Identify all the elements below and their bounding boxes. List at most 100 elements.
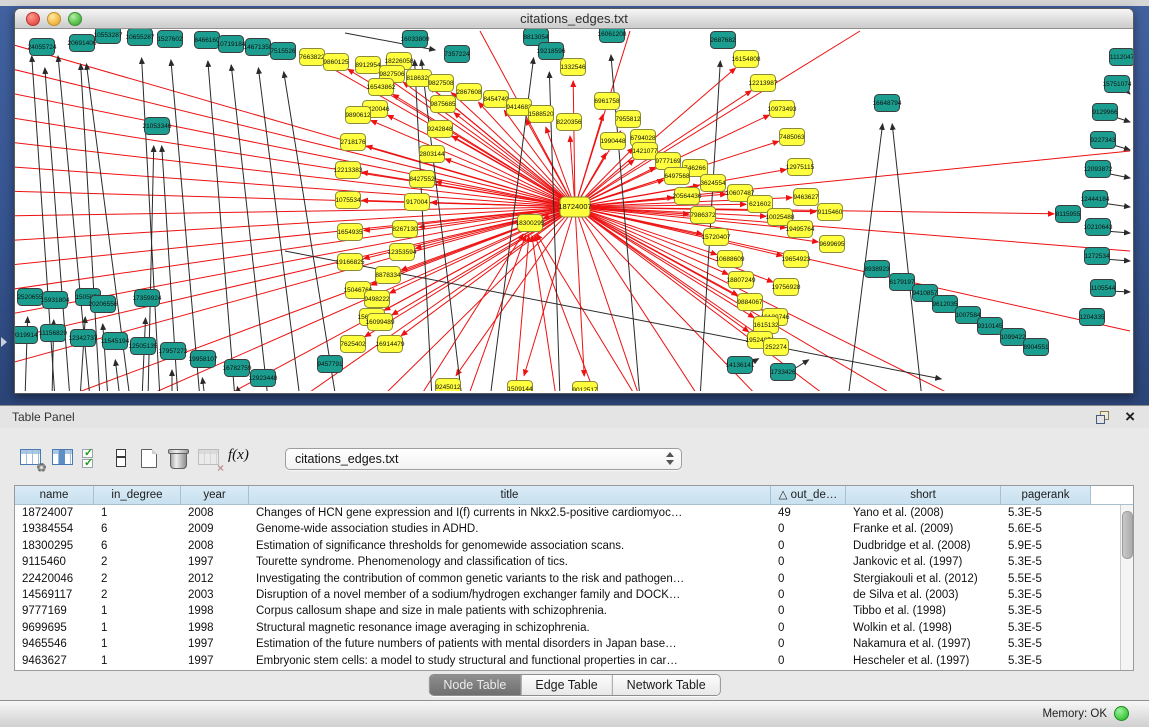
network-node[interactable]: 9129966 xyxy=(1092,104,1118,121)
network-node[interactable]: 18300295 xyxy=(516,215,545,232)
cell-name[interactable]: 9699695 xyxy=(15,620,94,636)
cell-out_degree[interactable]: 0 xyxy=(771,538,846,554)
network-node[interactable]: 917004 xyxy=(405,194,430,211)
cell-short[interactable]: Tibbo et al. (1998) xyxy=(846,603,1001,619)
table-row[interactable]: 2242004622012Investigating the contribut… xyxy=(15,571,1133,587)
cell-pagerank[interactable]: 5.9E-5 xyxy=(1001,538,1091,554)
network-node[interactable]: 9227343 xyxy=(1090,132,1116,149)
close-panel-icon[interactable]: × xyxy=(1125,407,1135,427)
cell-pagerank[interactable]: 5.3E-5 xyxy=(1001,587,1091,603)
table-row[interactable]: 1456911722003Disruption of a novel membe… xyxy=(15,587,1133,603)
cell-short[interactable]: de Silva et al. (2003) xyxy=(846,587,1001,603)
network-node[interactable]: 1527602 xyxy=(157,31,183,48)
network-node[interactable]: 7357224 xyxy=(444,46,470,63)
cell-in_degree[interactable]: 6 xyxy=(94,538,181,554)
network-node[interactable]: 9463627 xyxy=(793,189,819,206)
network-node[interactable]: 1332546 xyxy=(560,59,586,76)
column-select-icon[interactable] xyxy=(52,449,76,469)
table-settings-icon[interactable] xyxy=(20,449,44,469)
network-node[interactable]: 9875685 xyxy=(430,96,456,113)
cell-out_degree[interactable]: 0 xyxy=(771,571,846,587)
delete-table-icon[interactable] xyxy=(170,452,187,469)
network-node[interactable]: 1990448 xyxy=(600,133,626,150)
network-node[interactable]: 10553287 xyxy=(94,29,123,44)
network-node[interactable]: 1075534 xyxy=(335,192,361,209)
network-node[interactable]: 8454749 xyxy=(483,91,509,108)
network-node[interactable]: 16543862 xyxy=(367,79,396,96)
network-node[interactable]: 19166825 xyxy=(336,254,365,271)
network-node[interactable]: 8904551 xyxy=(1023,339,1049,356)
network-node[interactable]: 6179197 xyxy=(889,274,915,291)
network-node[interactable]: 7485063 xyxy=(779,129,805,146)
delete-column-icon[interactable] xyxy=(198,449,222,469)
cell-short[interactable]: Yano et al. (2008) xyxy=(846,505,1001,521)
memory-status-icon[interactable] xyxy=(1114,706,1129,721)
column-header-short[interactable]: short xyxy=(846,486,1001,505)
cell-name[interactable]: 18300295 xyxy=(15,538,94,554)
cell-short[interactable]: Stergiakouli et al. (2012) xyxy=(846,571,1001,587)
network-node[interactable]: 2803144 xyxy=(419,146,445,163)
network-node[interactable]: 19495764 xyxy=(786,221,815,238)
network-node[interactable]: 16648794 xyxy=(873,95,902,112)
network-node[interactable]: 14136141 xyxy=(726,357,755,374)
network-node[interactable]: 15751074 xyxy=(1103,76,1132,93)
network-node[interactable]: 6961758 xyxy=(594,93,620,110)
cell-title[interactable]: Changes of HCN gene expression and I(f) … xyxy=(249,505,771,521)
network-node[interactable]: 1099422 xyxy=(1000,329,1026,346)
cell-pagerank[interactable]: 5.3E-5 xyxy=(1001,636,1091,652)
cell-title[interactable]: Estimation of the future numbers of pati… xyxy=(249,636,771,652)
network-node[interactable]: 7515526 xyxy=(270,43,296,60)
network-node[interactable]: 9319914 xyxy=(15,327,38,344)
panel-collapse-arrow[interactable] xyxy=(1,337,7,347)
cell-short[interactable]: Dudbridge et al. (2008) xyxy=(846,538,1001,554)
column-header-out_degree[interactable]: △ out_de… xyxy=(771,486,846,505)
cell-out_degree[interactable]: 0 xyxy=(771,603,846,619)
network-node[interactable]: 16061208 xyxy=(598,29,627,43)
cell-title[interactable]: Estimation of significance thresholds fo… xyxy=(249,538,771,554)
network-node[interactable]: 9310145 xyxy=(977,318,1003,335)
cell-year[interactable]: 2003 xyxy=(181,587,249,603)
network-node[interactable]: 14671358 xyxy=(244,39,273,56)
network-node[interactable]: 18807249 xyxy=(727,272,756,289)
network-node[interactable]: 15720407 xyxy=(702,229,731,246)
network-node[interactable]: 1588520 xyxy=(528,106,554,123)
tab-network-table[interactable]: Network Table xyxy=(612,675,720,695)
cell-title[interactable]: Genome-wide association studies in ADHD. xyxy=(249,521,771,537)
network-node[interactable]: 20564436 xyxy=(673,188,702,205)
cell-short[interactable]: Hescheler et al. (1997) xyxy=(846,653,1001,669)
scrollbar-thumb[interactable] xyxy=(1122,511,1133,559)
network-node[interactable]: 11156829 xyxy=(39,325,67,342)
network-node[interactable]: 8115955 xyxy=(1056,206,1081,223)
cell-name[interactable]: 22420046 xyxy=(15,571,94,587)
network-node[interactable]: 20206556 xyxy=(89,296,118,313)
column-header-pagerank[interactable]: pagerank xyxy=(1001,486,1091,505)
network-node[interactable]: 10655287 xyxy=(126,29,155,46)
network-node[interactable]: 9245012 xyxy=(435,379,461,392)
network-node[interactable]: 7955812 xyxy=(615,111,641,128)
network-node[interactable]: 252274 xyxy=(764,339,789,356)
cell-out_degree[interactable]: 0 xyxy=(771,521,846,537)
network-node[interactable]: 10973493 xyxy=(768,101,797,118)
cell-out_degree[interactable]: 0 xyxy=(771,620,846,636)
cell-out_degree[interactable]: 0 xyxy=(771,653,846,669)
network-node[interactable]: 8912954 xyxy=(355,57,381,74)
table-row[interactable]: 946362711997Embryonic stem cells: a mode… xyxy=(15,653,1133,669)
cell-name[interactable]: 14569117 xyxy=(15,587,94,603)
network-node[interactable]: 17957272 xyxy=(159,343,188,360)
cell-name[interactable]: 19384554 xyxy=(15,521,94,537)
tab-edge-table[interactable]: Edge Table xyxy=(520,675,611,695)
network-node[interactable]: 20691406 xyxy=(68,35,97,52)
select-rows-icon[interactable] xyxy=(82,449,98,469)
column-header-title[interactable]: title xyxy=(249,486,771,505)
cell-out_degree[interactable]: 49 xyxy=(771,505,846,521)
network-node[interactable]: 1509144 xyxy=(507,381,533,392)
network-node[interactable]: 7663822 xyxy=(299,49,325,66)
network-node[interactable]: 8220356 xyxy=(556,114,582,131)
network-node[interactable]: 12213987 xyxy=(749,75,778,92)
network-node[interactable]: 7625402 xyxy=(340,336,366,353)
network-node[interactable]: 12093872 xyxy=(1084,161,1113,178)
network-node[interactable]: 2687682 xyxy=(710,32,736,49)
cell-pagerank[interactable]: 5.3E-5 xyxy=(1001,505,1091,521)
network-window-titlebar[interactable]: citations_edges.txt xyxy=(15,9,1133,29)
network-node[interactable]: 21053346 xyxy=(143,118,172,135)
